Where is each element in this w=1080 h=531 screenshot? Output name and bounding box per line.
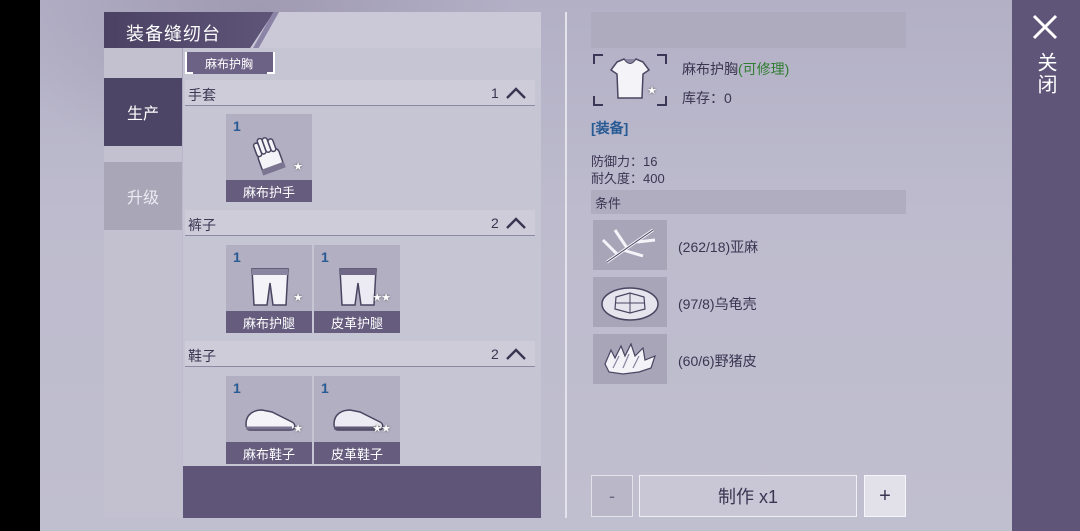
material-requirement: (97/8)乌龟壳 xyxy=(678,296,757,312)
material-requirement: (262/18)亚麻 xyxy=(678,239,759,255)
category-header-shoes[interactable]: 鞋子 2 xyxy=(185,341,535,367)
item-name: 皮革护腿 xyxy=(314,311,400,333)
conditions-label: 条件 xyxy=(595,196,622,211)
material-slot[interactable] xyxy=(593,334,667,384)
detail-header xyxy=(591,12,906,48)
category-count: 1 xyxy=(491,85,499,101)
item-quantity: 1 xyxy=(233,118,241,134)
material-slot[interactable] xyxy=(593,277,667,327)
category-count: 2 xyxy=(491,346,499,362)
material-requirement: (60/6)野猪皮 xyxy=(678,353,757,369)
increase-quantity-button[interactable]: + xyxy=(864,475,906,517)
glove-icon xyxy=(252,137,286,176)
recipe-slot[interactable]: 1 ★ 麻布护腿 xyxy=(226,245,312,333)
item-quantity: 1 xyxy=(233,249,241,265)
window-title: 装备缝纫台 xyxy=(126,24,221,44)
decrease-quantity-button[interactable]: - xyxy=(591,475,633,517)
chest-armor-icon xyxy=(609,58,651,99)
item-quantity: 1 xyxy=(321,380,329,396)
item-name: 麻布护手 xyxy=(226,180,312,202)
pants-icon xyxy=(251,268,289,306)
material-slot[interactable] xyxy=(593,220,667,270)
category-header-gloves[interactable]: 手套 1 xyxy=(185,80,535,106)
chevron-up-icon[interactable] xyxy=(505,214,527,232)
category-name: 手套 xyxy=(188,87,216,103)
star-rating: ★ xyxy=(647,85,657,97)
star-rating: ★ xyxy=(293,292,303,304)
equipment-tag: [装备] xyxy=(591,120,629,136)
category-header-pants[interactable]: 裤子 2 xyxy=(185,210,535,236)
conditions-header: 条件 xyxy=(591,190,906,214)
turtle-shell-icon xyxy=(601,287,659,321)
star-rating: ★★ xyxy=(372,423,391,435)
tab-upgrade[interactable]: 升级 xyxy=(104,162,182,230)
chevron-up-icon[interactable] xyxy=(505,345,527,363)
boar-hide-icon xyxy=(604,342,656,375)
star-rating: ★★ xyxy=(372,292,391,304)
selected-item-name: 麻布护胸(可修理) xyxy=(682,61,790,77)
shoe-icon xyxy=(245,409,296,431)
game-screen: 装备缝纫台 生产 升级 麻布护胸 手套 1 1 ★ 麻布护手 裤子 2 1 ★ … xyxy=(40,0,1080,531)
flax-icon xyxy=(601,228,656,264)
star-rating: ★ xyxy=(293,423,303,435)
breadcrumb[interactable]: 麻布护胸 xyxy=(185,52,273,74)
tab-production[interactable]: 生产 xyxy=(104,78,182,146)
panel-divider xyxy=(565,12,567,518)
item-quantity: 1 xyxy=(321,249,329,265)
item-name: 麻布鞋子 xyxy=(226,442,312,464)
repairable-tag: (可修理) xyxy=(738,61,790,77)
chevron-up-icon[interactable] xyxy=(505,84,527,102)
close-label[interactable]: 关闭 xyxy=(1032,52,1060,96)
recipe-slot[interactable]: 1 ★ 麻布鞋子 xyxy=(226,376,312,464)
item-name: 麻布护腿 xyxy=(226,311,312,333)
category-count: 2 xyxy=(491,215,499,231)
category-name: 裤子 xyxy=(188,217,216,233)
recipe-slot[interactable]: 1 ★★ 皮革护腿 xyxy=(314,245,400,333)
item-name: 皮革鞋子 xyxy=(314,442,400,464)
category-name: 鞋子 xyxy=(188,348,216,364)
item-quantity: 1 xyxy=(233,380,241,396)
craft-button[interactable]: 制作 x1 xyxy=(639,475,857,517)
recipe-slot[interactable]: 1 ★ 麻布护手 xyxy=(226,114,312,202)
stock-count: 库存：0 xyxy=(682,90,732,106)
durability-stat: 耐久度：400 xyxy=(591,171,665,186)
selected-item-frame: ★ xyxy=(593,54,667,106)
star-rating: ★ xyxy=(293,161,303,173)
close-icon[interactable] xyxy=(1030,12,1060,42)
recipe-slot[interactable]: 1 ★★ 皮革鞋子 xyxy=(314,376,400,464)
